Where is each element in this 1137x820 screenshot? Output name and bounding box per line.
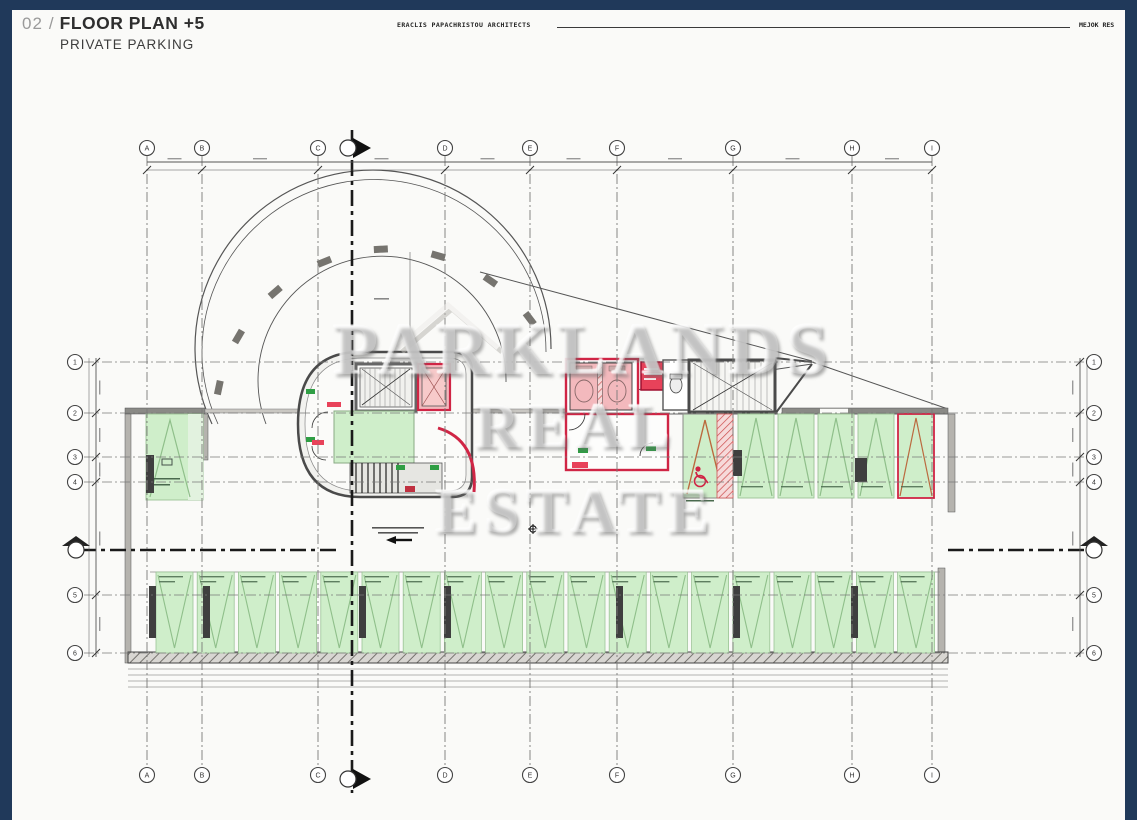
wheelchair-icon xyxy=(695,466,700,471)
svg-text:E: E xyxy=(528,146,533,153)
green-room xyxy=(334,411,414,463)
svg-text:1: 1 xyxy=(73,360,77,367)
svg-text:F: F xyxy=(615,773,619,780)
svg-text:H: H xyxy=(849,773,854,780)
svg-text:D: D xyxy=(442,146,447,153)
svg-text:E: E xyxy=(528,773,533,780)
exit-sign xyxy=(430,465,439,470)
svg-text:D: D xyxy=(442,773,447,780)
svg-text:1: 1 xyxy=(1092,360,1096,367)
svg-text:4: 4 xyxy=(73,480,77,487)
svg-text:3: 3 xyxy=(73,455,77,462)
watermark-logo xyxy=(398,305,502,352)
left-core xyxy=(298,352,474,497)
svg-text:C: C xyxy=(315,773,320,780)
svg-text:G: G xyxy=(730,773,735,780)
svg-text:F: F xyxy=(615,146,619,153)
exit-sign xyxy=(306,389,315,394)
parking-stalls xyxy=(156,414,935,653)
svg-text:I: I xyxy=(931,146,933,153)
svg-text:2: 2 xyxy=(1092,411,1096,418)
svg-text:4: 4 xyxy=(1092,480,1096,487)
red-label xyxy=(572,462,588,468)
flow-arrow xyxy=(386,536,396,544)
svg-text:A: A xyxy=(145,773,150,780)
svg-text:3: 3 xyxy=(1092,455,1096,462)
svg-text:B: B xyxy=(200,146,205,153)
svg-text:A: A xyxy=(145,146,150,153)
svg-text:6: 6 xyxy=(73,651,77,658)
svg-text:G: G xyxy=(730,146,735,153)
svg-text:6: 6 xyxy=(1092,651,1096,658)
accessible-stall xyxy=(683,414,733,502)
svg-text:5: 5 xyxy=(1092,593,1096,600)
exit-sign xyxy=(646,446,656,451)
exit-sign xyxy=(396,465,405,470)
exit-sign xyxy=(578,448,588,453)
svg-text:C: C xyxy=(315,146,320,153)
service-box-highlight xyxy=(641,362,665,390)
svg-text:5: 5 xyxy=(73,593,77,600)
red-label xyxy=(405,486,415,492)
svg-text:I: I xyxy=(931,773,933,780)
svg-text:2: 2 xyxy=(73,411,77,418)
plan-notes xyxy=(372,524,538,544)
svg-text:H: H xyxy=(849,146,854,153)
toilet-icon xyxy=(670,377,682,393)
svg-text:B: B xyxy=(200,773,205,780)
red-label xyxy=(327,402,341,407)
floor-plan-drawing: A A B B C C D D E E F F G G H H I I 1 1 2 2 3 3 4 4 5 5 6 6 xyxy=(0,0,1137,820)
floor-plan-sheet: 02/FLOOR PLAN +5 PRIVATE PARKING ERACLIS… xyxy=(0,0,1137,820)
